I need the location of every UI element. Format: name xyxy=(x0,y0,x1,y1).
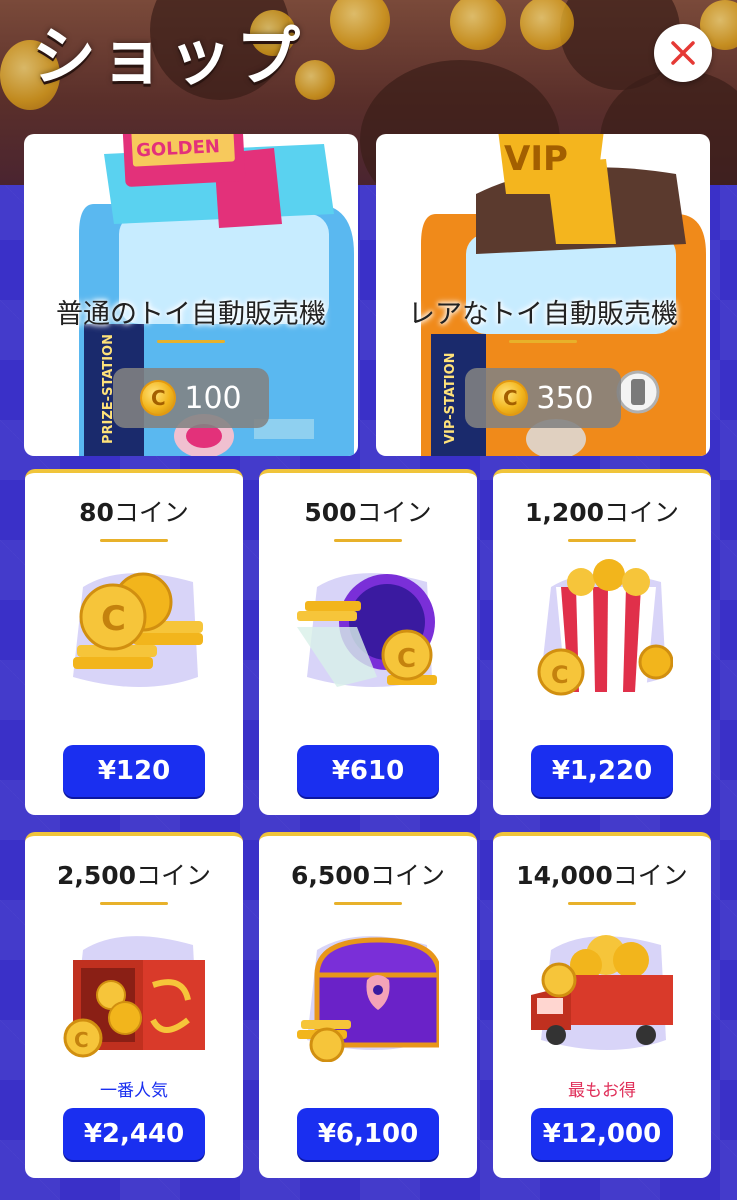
svg-text:C: C xyxy=(74,1028,89,1052)
coin-pack-card[interactable]: 2,500コイン C 一番人気 ¥2,440 xyxy=(25,832,243,1178)
coin-pile-small-icon: C xyxy=(73,572,203,687)
coin-pack-card[interactable]: 14,000コイン 最もお得 ¥12,000 xyxy=(493,832,711,1178)
divider xyxy=(334,902,402,905)
pack-title: 1,200コイン xyxy=(524,498,680,527)
popular-tag: 一番人気 xyxy=(100,1081,168,1101)
machine-name: レアなトイ自動販売機 xyxy=(408,299,678,330)
divider xyxy=(568,902,636,905)
close-icon xyxy=(671,41,695,65)
svg-text:GOLDEN: GOLDEN xyxy=(136,136,221,161)
coin-pack-card[interactable]: 80コイン C ¥120 xyxy=(25,469,243,815)
divider xyxy=(509,340,577,343)
best-value-tag: 最もお得 xyxy=(568,1081,636,1101)
divider xyxy=(568,539,636,542)
machine-price-value: 100 xyxy=(184,380,242,416)
divider xyxy=(157,340,225,343)
pack-title: 6,500コイン xyxy=(290,861,446,890)
machine-name: 普通のトイ自動販売機 xyxy=(56,299,326,330)
coin-crate-icon: C xyxy=(63,936,205,1058)
divider xyxy=(334,539,402,542)
machine-card-rare[interactable]: VIP-STATION VIP レアなトイ自動販売機 C 350 xyxy=(376,134,710,456)
machine-card-regular[interactable]: PRIZE-STATION GOLDEN 普通のトイ自動販売機 C 100 xyxy=(24,134,358,456)
coin-pack-card[interactable]: 6,500コイン ¥6,100 xyxy=(259,832,477,1178)
coin-icon: C xyxy=(492,380,529,416)
buy-button[interactable]: ¥12,000 xyxy=(531,1108,673,1160)
svg-text:C: C xyxy=(551,661,569,689)
coin-pack-card[interactable]: 500コイン C ¥610 xyxy=(259,469,477,815)
treasure-chest-icon xyxy=(297,936,439,1062)
svg-text:VIP-STATION: VIP-STATION xyxy=(443,352,458,444)
buy-button[interactable]: ¥120 xyxy=(63,745,205,797)
machine-price-button[interactable]: C 100 xyxy=(113,368,269,428)
divider xyxy=(100,902,168,905)
pack-title: 14,000コイン xyxy=(516,861,688,890)
svg-text:VIP: VIP xyxy=(504,139,568,179)
svg-text:C: C xyxy=(101,599,126,639)
divider xyxy=(100,539,168,542)
coin-pack-card[interactable]: 1,200コイン C ¥1,220 xyxy=(493,469,711,815)
pack-title: 500コイン xyxy=(304,498,432,527)
buy-button[interactable]: ¥6,100 xyxy=(297,1108,439,1160)
buy-button[interactable]: ¥1,220 xyxy=(531,745,673,797)
buy-button[interactable]: ¥2,440 xyxy=(63,1108,205,1160)
machine-price-button[interactable]: C 350 xyxy=(465,368,621,428)
page-title: ショップ xyxy=(32,21,304,95)
buy-button[interactable]: ¥610 xyxy=(297,745,439,797)
pack-title: 2,500コイン xyxy=(56,861,212,890)
coin-portal-icon: C xyxy=(297,573,437,687)
coin-popcorn-box-icon: C xyxy=(537,559,673,696)
machine-price-value: 350 xyxy=(536,380,594,416)
svg-text:C: C xyxy=(397,644,416,674)
close-button[interactable] xyxy=(654,24,712,82)
pack-title: 80コイン xyxy=(79,498,189,527)
coin-icon: C xyxy=(140,380,177,416)
coin-truck-icon xyxy=(531,935,673,1050)
